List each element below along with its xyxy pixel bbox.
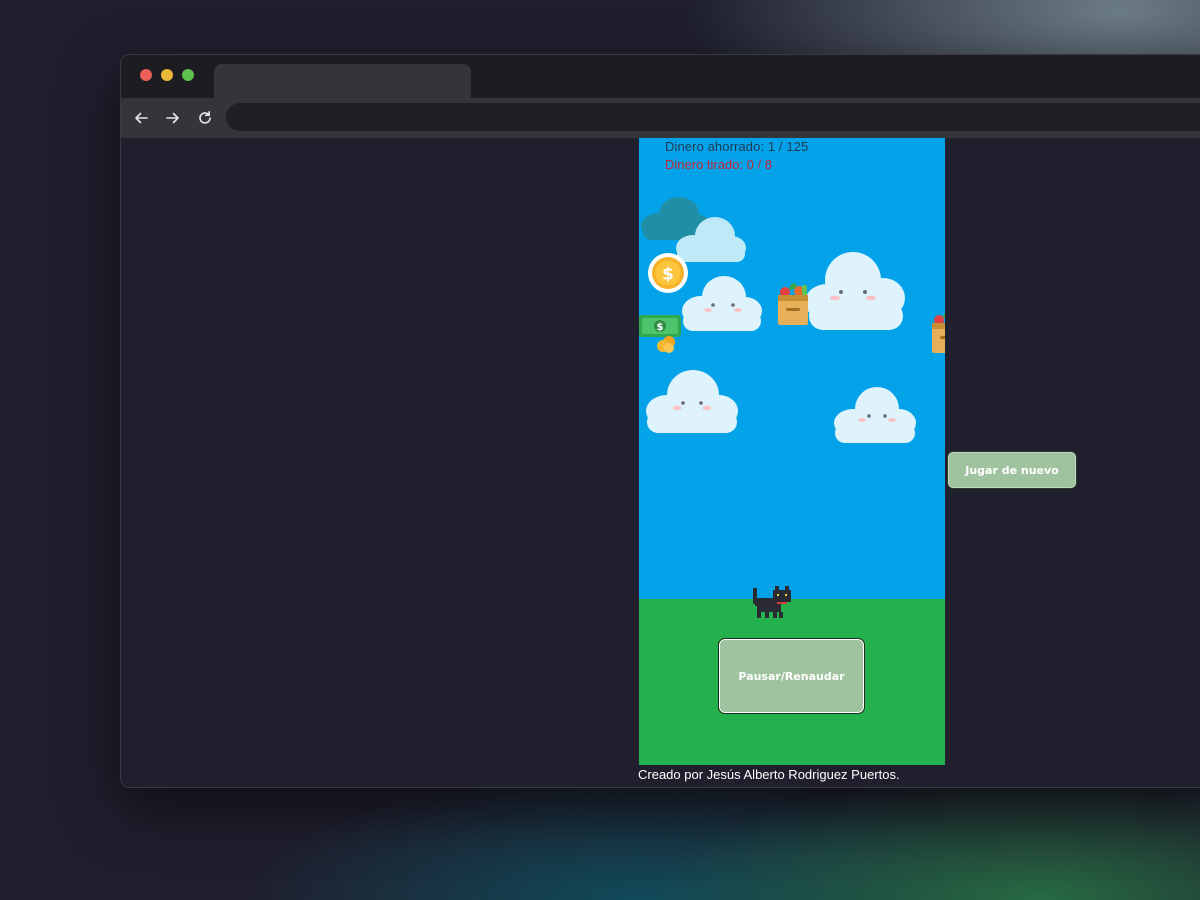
back-button[interactable] xyxy=(129,106,153,130)
forward-button[interactable] xyxy=(161,106,185,130)
play-again-button[interactable]: Jugar de nuevo xyxy=(947,451,1077,489)
svg-text:$: $ xyxy=(662,265,674,285)
coin-icon: $ xyxy=(648,253,688,293)
grocery-bag-icon xyxy=(778,283,808,325)
game-canvas[interactable]: Dinero ahorrado: 1 / 125 Dinero tirado: … xyxy=(639,138,945,765)
grocery-bag-icon xyxy=(932,312,945,353)
browser-tab[interactable] xyxy=(214,64,471,98)
page-content: Dinero ahorrado: 1 / 125 Dinero tirado: … xyxy=(121,138,1200,787)
money-lost-counter: Dinero tirado: 0 / 8 xyxy=(665,157,772,172)
cloud-icon xyxy=(646,370,738,433)
minimize-window-button[interactable] xyxy=(161,69,173,81)
title-bar xyxy=(121,55,1200,98)
cloud-icon xyxy=(682,276,762,331)
close-window-button[interactable] xyxy=(140,69,152,81)
browser-window: Dinero ahorrado: 1 / 125 Dinero tirado: … xyxy=(120,54,1200,788)
reload-button[interactable] xyxy=(193,106,217,130)
reload-icon xyxy=(199,111,211,124)
svg-text:$: $ xyxy=(657,322,664,333)
browser-toolbar xyxy=(121,98,1200,138)
cat-player-icon[interactable] xyxy=(753,584,791,622)
credits-text: Creado por Jesús Alberto Rodriguez Puert… xyxy=(638,767,900,782)
maximize-window-button[interactable] xyxy=(182,69,194,81)
pause-resume-button[interactable]: Pausar/Renaudar xyxy=(718,638,865,714)
cash-icon: $ xyxy=(639,315,681,353)
cloud-icon xyxy=(834,387,916,443)
arrow-right-icon xyxy=(166,112,179,124)
cloud-icon xyxy=(805,252,905,330)
arrow-left-icon xyxy=(135,112,148,124)
money-saved-counter: Dinero ahorrado: 1 / 125 xyxy=(665,139,809,154)
address-bar[interactable] xyxy=(226,103,1200,131)
